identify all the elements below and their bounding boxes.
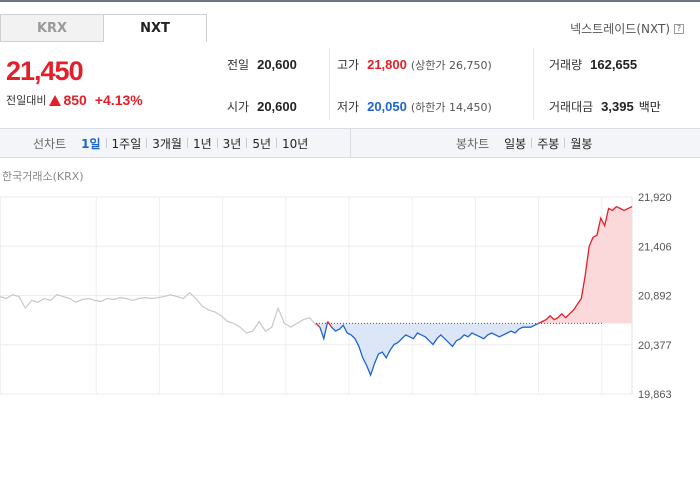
change-amount: 850 [63,92,87,108]
market-label: 넥스트레이드(NXT) [570,22,670,36]
intraday-price-chart: 21,920 21,406 20,892 20,377 19,863 [0,192,672,401]
stat-label: 저가 [337,100,360,114]
above-baseline-fill [316,206,632,324]
market-info: 넥스트레이드(NXT) ? [570,20,684,37]
exchange-tabs: KRX NXT [0,14,207,42]
tab-nxt[interactable]: NXT [103,14,207,42]
line-chart-periods: 선차트 1일 1주일 3개월 1년 3년 5년 10년 [33,129,313,157]
current-price: 21,450 [6,56,84,86]
stat-label: 고가 [337,58,360,72]
period-1y[interactable]: 1년 [188,135,217,152]
line-chart-label: 선차트 [33,136,67,151]
stat-high: 고가 21,800 (상한가 26,750) [337,56,492,73]
krx-price-line [0,291,317,334]
stat-label: 전일 [227,58,250,72]
y-tick-label: 20,892 [638,291,672,303]
stat-label: 거래대금 [549,100,594,114]
stat-prev-close: 전일 20,600 [227,56,297,73]
stat-value: 3,395 [601,99,634,114]
period-3y[interactable]: 3년 [218,135,247,152]
period-5y[interactable]: 5년 [247,135,276,152]
change-percent: +4.13% [94,92,143,108]
period-weekly[interactable]: 주봉 [532,135,564,152]
chart-toolbar: 선차트 1일 1주일 3개월 1년 3년 5년 10년 봉차트 일봉 주봉 월봉 [0,128,700,158]
change-label: 전일대비 [6,94,47,107]
y-tick-label: 20,377 [638,340,672,352]
stats-divider [533,48,534,120]
upper-limit: (상한가 26,750) [410,59,492,72]
lower-limit: (하한가 14,450) [410,101,492,114]
stat-label: 시가 [227,100,250,114]
period-3m[interactable]: 3개월 [147,135,187,152]
period-1d[interactable]: 1일 [76,135,105,152]
stat-low: 저가 20,050 (하한가 14,450) [337,98,492,115]
period-1w[interactable]: 1주일 [107,135,147,152]
y-tick-label: 19,863 [638,389,672,401]
up-arrow-icon [49,94,62,106]
stat-value: 20,600 [257,99,297,114]
period-daily[interactable]: 일봉 [499,135,531,152]
y-tick-label: 21,406 [638,241,672,253]
stat-value: 20,600 [257,57,297,72]
price-change: 전일대비 850 +4.13% [6,92,143,108]
candle-chart-label: 봉차트 [456,136,490,151]
toolbar-divider [350,129,351,157]
stat-unit: 백만 [638,100,661,114]
below-baseline-fill [316,323,632,376]
stat-open: 시가 20,600 [227,98,297,115]
stat-label: 거래량 [549,58,583,72]
stat-turnover: 거래대금 3,395 백만 [549,98,661,115]
candle-chart-periods: 봉차트 일봉 주봉 월봉 [456,129,597,157]
top-border [0,0,700,2]
y-tick-label: 21,920 [638,192,672,204]
stats-divider [329,48,330,120]
period-monthly[interactable]: 월봉 [565,135,597,152]
stat-value: 21,800 [367,57,407,72]
help-icon[interactable]: ? [674,23,684,34]
period-10y[interactable]: 10년 [277,135,313,152]
tab-krx[interactable]: KRX [0,14,104,42]
stat-value: 162,655 [590,57,638,72]
stat-value: 20,050 [367,99,407,114]
stat-volume: 거래량 162,655 [549,56,637,73]
